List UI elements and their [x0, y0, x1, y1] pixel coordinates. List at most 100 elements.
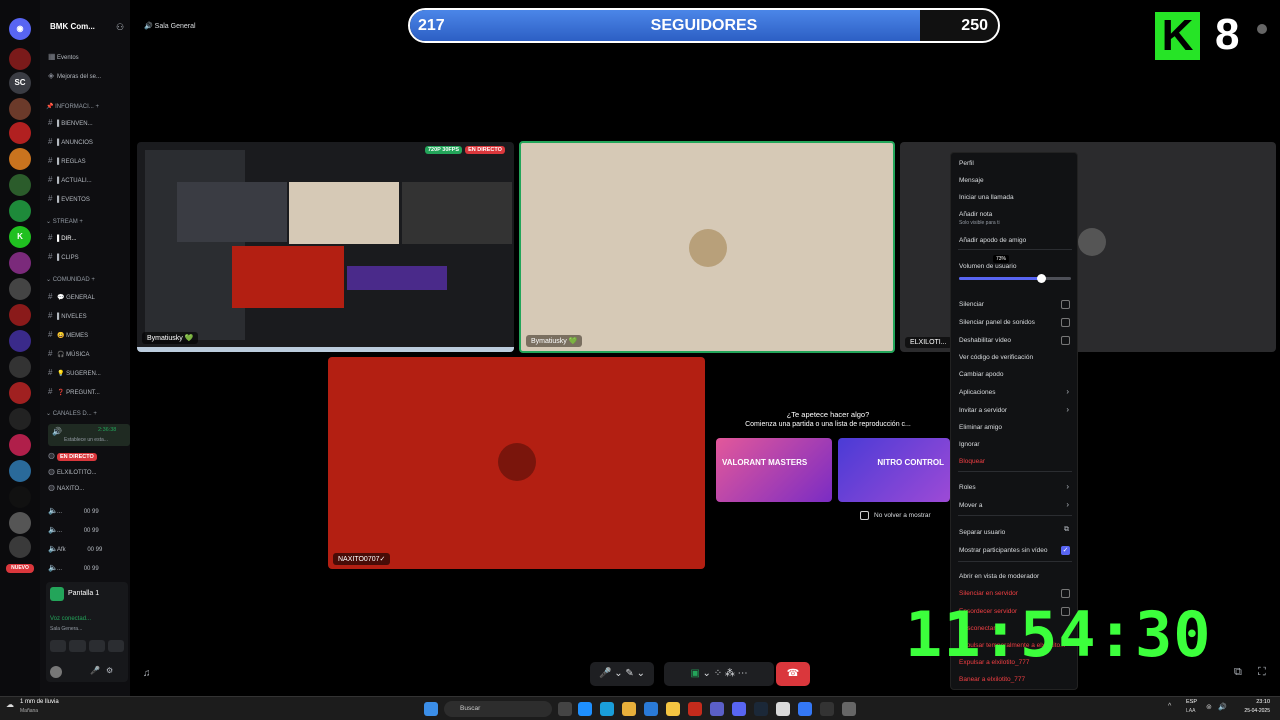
- voice-channel[interactable]: 🔈Afk 00 99: [48, 544, 130, 558]
- channel-item[interactable]: # 🎧 MÚSICA: [48, 349, 130, 363]
- events-item[interactable]: ▦Eventos: [48, 52, 130, 66]
- share-button[interactable]: [69, 640, 86, 652]
- channel-item[interactable]: # ▌EVENTOS: [48, 194, 130, 208]
- menu-item-show-nonvideo[interactable]: Mostrar participantes sin vídeo: [959, 547, 1048, 554]
- chat-icon[interactable]: [1257, 24, 1267, 34]
- category-community[interactable]: ⌄ COMUNIDAD +: [46, 276, 95, 283]
- server-icon[interactable]: [9, 304, 31, 326]
- task-view-icon[interactable]: [558, 702, 572, 716]
- disable-video-checkbox[interactable]: [1061, 336, 1070, 345]
- voice-user[interactable]: ◍ EN DIRECTO: [48, 451, 130, 465]
- teams-icon[interactable]: [710, 702, 724, 716]
- server-icon[interactable]: [9, 536, 31, 558]
- menu-item-move[interactable]: Mover a: [959, 502, 982, 509]
- menu-item-profile[interactable]: Perfil: [959, 160, 974, 167]
- steam-icon[interactable]: [754, 702, 768, 716]
- channel-item[interactable]: # 😀 MEMES: [48, 330, 130, 344]
- channel-item[interactable]: # ▌DIR...: [48, 233, 130, 247]
- menu-item-ignore[interactable]: Ignorar: [959, 441, 980, 448]
- menu-item-call[interactable]: Iniciar una llamada: [959, 194, 1014, 201]
- settings-icon[interactable]: [842, 702, 856, 716]
- menu-item-change-nickname[interactable]: Cambiar apodo: [959, 371, 1003, 378]
- mic-button[interactable]: 🎤 ⌄ ✎ ⌄: [590, 662, 654, 686]
- show-nonvideo-checkbox[interactable]: ✓: [1061, 546, 1070, 555]
- soundboard-icon[interactable]: ♫: [143, 668, 151, 679]
- mail-icon[interactable]: [644, 702, 658, 716]
- taskbar-search[interactable]: Buscar: [444, 701, 552, 717]
- popout-icon[interactable]: ⧉: [1234, 666, 1242, 679]
- mute-checkbox[interactable]: [1061, 300, 1070, 309]
- active-voice-channel[interactable]: 🔊 2:36:38 Establece un esta...: [48, 424, 130, 446]
- settings-icon[interactable]: ⚙: [106, 666, 113, 675]
- menu-item-nickname[interactable]: Añadir apodo de amigo: [959, 237, 1026, 244]
- folder-icon[interactable]: [666, 702, 680, 716]
- server-icon[interactable]: [9, 48, 31, 70]
- menu-item-note[interactable]: Añadir nota: [959, 211, 992, 218]
- activity-card[interactable]: NITRO CONTROL: [838, 438, 950, 502]
- menu-item-mod-view[interactable]: Abrir en vista de moderador: [959, 573, 1039, 580]
- server-icon[interactable]: [9, 200, 31, 222]
- channel-item[interactable]: # ▌CLIPS: [48, 252, 130, 266]
- voice-channel[interactable]: 🔈... 00 99: [48, 525, 130, 539]
- app-icon[interactable]: [776, 702, 790, 716]
- channel-item[interactable]: # ❓ PREGUNT...: [48, 387, 130, 401]
- category-info[interactable]: 📌 INFORMACI... +: [46, 103, 99, 110]
- menu-item-block[interactable]: Bloquear: [959, 458, 985, 465]
- category-stream[interactable]: ⌄ STREAM +: [46, 218, 83, 225]
- voice-channel[interactable]: 🔈... 00 99: [48, 506, 130, 520]
- voice-user[interactable]: ◍ ELXILOTITO...: [48, 467, 130, 481]
- server-icon[interactable]: [9, 330, 31, 352]
- server-icon[interactable]: [9, 278, 31, 300]
- weather-icon[interactable]: ☁: [6, 700, 14, 709]
- menu-item-ban[interactable]: Banear a elxilotito_777: [959, 676, 1025, 683]
- mute-soundboard-checkbox[interactable]: [1061, 318, 1070, 327]
- video-controls[interactable]: ▣ ⌄ ⁘ ⁂ ⋯: [664, 662, 774, 686]
- server-icon[interactable]: [9, 148, 31, 170]
- menu-item-server-mute[interactable]: Silenciar en servidor: [959, 590, 1018, 597]
- boosts-item[interactable]: ◈ Mejoras del se...: [48, 71, 130, 85]
- menu-item-disable-video[interactable]: Deshabilitar vídeo: [959, 337, 1011, 344]
- menu-item-verify[interactable]: Ver código de verificación: [959, 354, 1033, 361]
- server-icon[interactable]: [9, 122, 31, 144]
- server-icon[interactable]: [9, 512, 31, 534]
- server-icon[interactable]: [9, 460, 31, 482]
- channel-item[interactable]: # ▌ANUNCIOS: [48, 137, 130, 151]
- menu-item-invite[interactable]: Invitar a servidor: [959, 407, 1007, 414]
- voice-user[interactable]: ◍ NAXITO...: [48, 483, 130, 497]
- camera-button[interactable]: [50, 640, 67, 652]
- category-voice[interactable]: ⌄ CANALES D... +: [46, 410, 97, 417]
- mic-icon[interactable]: 🎤: [90, 666, 100, 675]
- add-member-icon[interactable]: ⚇: [116, 22, 124, 33]
- server-icon[interactable]: [9, 486, 31, 508]
- volume-icon[interactable]: 🔊: [1218, 703, 1227, 711]
- channel-item[interactable]: # 💡 SUGEREN...: [48, 368, 130, 382]
- browser-icon[interactable]: [600, 702, 614, 716]
- video-tile[interactable]: Bymatiusky 💚: [519, 141, 895, 353]
- menu-item-mute[interactable]: Silenciar: [959, 301, 984, 308]
- dont-show-checkbox[interactable]: [860, 511, 869, 520]
- discord-icon[interactable]: [732, 702, 746, 716]
- obs-icon[interactable]: [820, 702, 834, 716]
- channel-item[interactable]: # ▌BIENVEN...: [48, 118, 130, 132]
- volume-handle[interactable]: [1036, 274, 1046, 283]
- volume-slider[interactable]: [959, 274, 1071, 283]
- activity-card[interactable]: VALORANT MASTERS: [716, 438, 832, 502]
- soundboard-button[interactable]: [107, 640, 124, 652]
- voice-channel[interactable]: 🔈... 00 99: [48, 563, 130, 577]
- discord-home-icon[interactable]: ◉: [9, 18, 31, 40]
- server-icon[interactable]: [9, 252, 31, 274]
- avatar[interactable]: [50, 666, 62, 678]
- app-icon[interactable]: [798, 702, 812, 716]
- language-indicator[interactable]: ESP: [1186, 699, 1197, 705]
- server-icon[interactable]: [9, 382, 31, 404]
- server-icon[interactable]: K: [9, 226, 31, 248]
- menu-item-mute-soundboard[interactable]: Silenciar panel de sonidos: [959, 319, 1035, 326]
- windows-start-icon[interactable]: [424, 702, 438, 716]
- video-tile[interactable]: 720P 30FPS EN DIRECTO Bymatiusky 💚: [137, 142, 514, 352]
- server-name[interactable]: BMK Com...: [50, 22, 95, 31]
- video-tile[interactable]: NAXITO0707✓: [328, 357, 705, 569]
- server-icon[interactable]: [9, 174, 31, 196]
- menu-item-remove-friend[interactable]: Eliminar amigo: [959, 424, 1002, 431]
- channel-item[interactable]: # ▌REGLAS: [48, 156, 130, 170]
- fullscreen-icon[interactable]: ⛶: [1258, 666, 1266, 679]
